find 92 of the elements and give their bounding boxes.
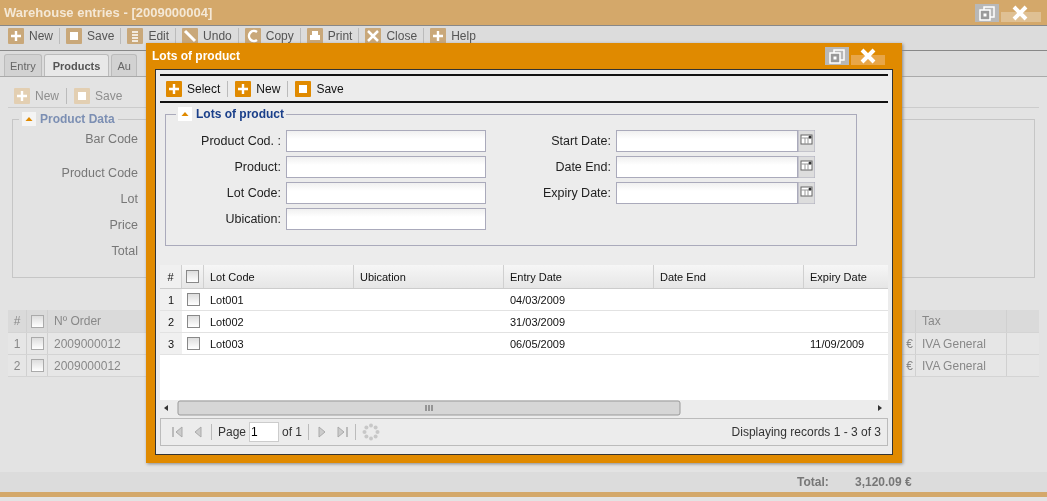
field-label: Lot [119,191,138,208]
row-number: 1 [160,289,182,310]
table-cell: Lot002 [210,315,244,328]
fieldset-title: Lots of product [196,107,284,121]
fieldset-title: Product Data [40,112,115,126]
row-number: 1 [8,333,27,354]
tab[interactable]: Products [43,54,110,76]
toolbar-button[interactable]: New [6,28,55,44]
field-label: Bar Code [84,131,138,148]
field-label: Expiry Date: [541,186,612,200]
column-header: Lot Code [204,265,354,288]
toolbar-button[interactable]: Save [293,80,346,97]
field-label: Lot Code: [225,186,282,200]
toolbar-icon [182,28,199,44]
column-header: Expiry Date [809,269,868,285]
last-page-icon[interactable] [335,425,350,439]
column-header: Ubication [354,265,504,288]
toolbar-button[interactable]: Edit [125,28,172,44]
row-number: 3 [160,333,182,354]
tab[interactable]: Au [111,54,137,76]
checkbox[interactable] [30,314,44,328]
toolbar-button[interactable]: Save [64,28,117,44]
field-label: Date End: [554,160,612,174]
collapse-icon[interactable] [178,107,192,121]
field-label: Start Date: [550,134,612,148]
close-icon[interactable] [1001,3,1041,22]
field-label: Product Code [60,165,138,182]
toolbar-icon [127,28,144,44]
column-header: # [160,265,182,288]
field-label: Product Cod. : [200,134,282,148]
date-field[interactable] [616,130,798,152]
calendar-icon[interactable] [798,182,815,204]
input-field[interactable] [286,156,486,178]
toolbar-icon [306,28,323,44]
refresh-icon[interactable] [362,423,381,441]
field-label: Total [110,243,138,260]
field-label: Ubication: [224,212,282,226]
toolbar-button[interactable]: Select [164,80,223,97]
checkbox[interactable] [30,359,44,372]
field-label: Product: [233,160,282,174]
close-icon[interactable] [851,47,885,65]
toolbar-icon [74,88,90,104]
toolbar-icon [430,28,447,44]
column-header: # [8,310,27,332]
checkbox[interactable] [186,293,200,306]
checkbox[interactable] [186,337,200,350]
input-field[interactable] [286,182,486,204]
tab[interactable]: Entry [4,54,42,76]
page-count: of 1 [282,425,303,439]
toolbar-button[interactable]: New [233,80,283,97]
toolbar-icon [295,80,312,97]
table-cell: Lot003 [210,337,244,350]
table-cell: 04/03/2009 [510,293,566,306]
collapse-icon[interactable] [22,112,36,126]
table-cell: IVA General [916,333,1007,354]
checkbox[interactable] [30,337,44,350]
date-field[interactable] [616,182,798,204]
toolbar-icon [235,80,252,97]
date-field[interactable] [616,156,798,178]
input-field[interactable] [286,130,486,152]
checkbox[interactable] [186,270,199,283]
column-header: Tax [916,310,1007,332]
calendar-icon[interactable] [798,130,815,152]
first-page-icon[interactable] [171,425,185,439]
checkbox[interactable] [186,315,200,328]
restore-icon[interactable] [975,3,999,22]
toolbar-icon [244,28,261,44]
toolbar-icon [166,80,182,97]
toolbar-icon [66,28,82,44]
column-header: Entry Date [504,265,654,288]
table-cell: 06/05/2009 [510,337,566,350]
table-cell: Lot001 [210,293,244,306]
total-value: 3,120.09 € [855,475,912,489]
input-field[interactable] [286,208,486,230]
total-label: Total: [797,475,830,489]
toolbar-icon [8,28,24,44]
table-cell: 31/03/2009 [510,315,566,328]
dialog-title: Lots of product [152,49,240,63]
row-number: 2 [8,355,27,376]
table-cell: 11/09/2009 [810,337,865,350]
page-input[interactable]: 1 [249,422,280,442]
field-label: Price [108,217,138,234]
calendar-icon[interactable] [798,156,815,178]
records-status: Displaying records 1 - 3 of 3 [731,425,881,439]
row-number: 2 [160,311,182,332]
restore-icon[interactable] [825,47,849,65]
table-cell: IVA General [916,355,1007,376]
window-title: Warehouse entries - [2009000004] [4,5,213,20]
page-label: Page [218,425,247,439]
column-header: Date End [654,265,804,288]
toolbar-icon [14,88,30,104]
toolbar-icon [365,28,382,44]
